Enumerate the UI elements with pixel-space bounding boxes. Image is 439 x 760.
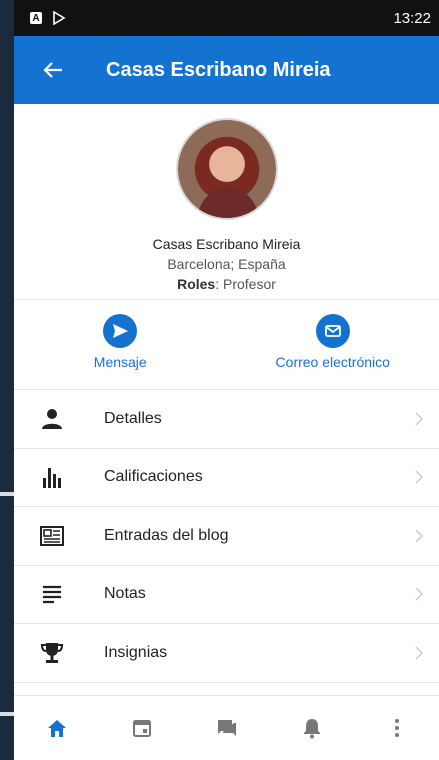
clock: 13:22	[393, 9, 431, 27]
background-divider	[0, 712, 14, 716]
profile-name: Casas Escribano Mireia	[152, 236, 301, 252]
mail-icon	[315, 314, 350, 348]
home-icon[interactable]	[42, 713, 72, 743]
chevron-right-icon	[415, 412, 423, 426]
menu-item-details[interactable]: Detalles	[14, 390, 439, 449]
menu-item-badges[interactable]: Insignias	[14, 624, 439, 683]
menu-item-notes[interactable]: Notas	[14, 566, 439, 624]
email-label: Correo electrónico	[275, 354, 390, 370]
newspaper-icon	[38, 522, 66, 550]
more-icon[interactable]	[382, 713, 412, 743]
notification-a-icon: A	[30, 12, 42, 24]
profile-section: Casas Escribano Mireia Barcelona; España…	[14, 104, 439, 300]
roles-label: Roles	[177, 276, 216, 292]
person-icon	[38, 405, 66, 433]
message-label: Mensaje	[93, 354, 147, 370]
status-bar: A 13:22	[14, 0, 439, 36]
notes-icon	[38, 580, 66, 608]
menu-item-label: Entradas del blog	[104, 526, 229, 544]
calendar-icon[interactable]	[127, 713, 157, 743]
menu-item-label: Insignias	[104, 643, 168, 661]
chevron-right-icon	[415, 470, 423, 484]
email-button[interactable]: Correo electrónico	[227, 300, 439, 389]
app-bar: Casas Escribano Mireia	[14, 36, 439, 104]
avatar	[175, 118, 278, 220]
app-screen: A 13:22 Casas Escribano Mireia Casas Esc…	[14, 0, 439, 760]
contact-actions: Mensaje Correo electrónico	[14, 300, 439, 390]
menu-item-blog[interactable]: Entradas del blog	[14, 507, 439, 566]
send-icon	[103, 314, 138, 348]
menu-item-grades[interactable]: Calificaciones	[14, 449, 439, 507]
bottom-navigation	[14, 695, 439, 760]
play-store-icon	[53, 11, 66, 25]
bar-chart-icon	[38, 463, 66, 491]
message-button[interactable]: Mensaje	[14, 300, 227, 389]
back-arrow-icon[interactable]	[42, 58, 66, 82]
trophy-icon	[38, 639, 66, 667]
menu-item-label: Detalles	[104, 409, 162, 427]
roles-value: : Profesor	[215, 276, 276, 292]
chevron-right-icon	[415, 587, 423, 601]
background-divider	[0, 492, 14, 496]
bell-icon[interactable]	[297, 713, 327, 743]
menu-item-label: Calificaciones	[104, 468, 203, 486]
background-window-edge	[0, 0, 14, 760]
page-title: Casas Escribano Mireia	[106, 58, 331, 81]
profile-location: Barcelona; España	[167, 256, 286, 272]
profile-roles: Roles: Profesor	[14, 276, 439, 292]
chevron-right-icon	[415, 646, 423, 660]
messages-icon[interactable]	[212, 713, 242, 743]
menu-item-label: Notas	[104, 585, 146, 603]
chevron-right-icon	[415, 529, 423, 543]
